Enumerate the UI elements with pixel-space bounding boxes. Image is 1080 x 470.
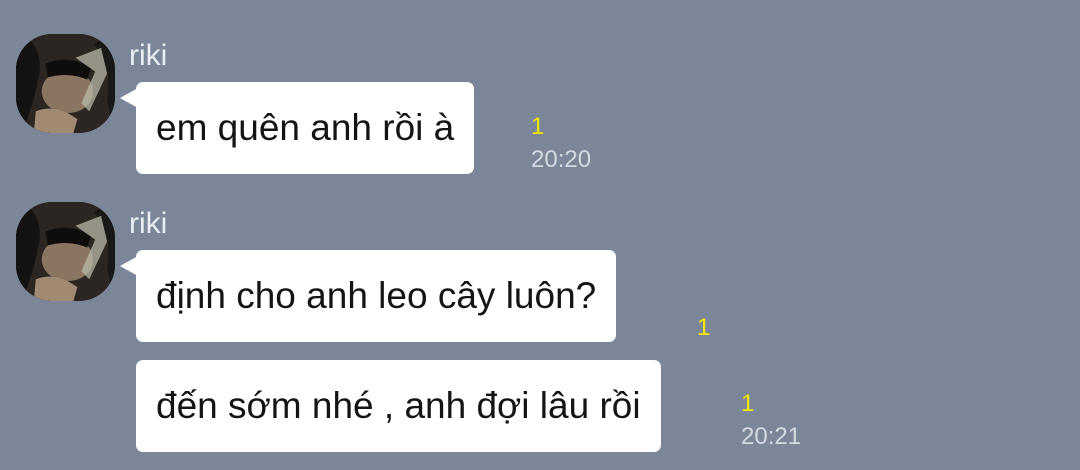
profile-photo-icon (16, 202, 115, 301)
message-bubble[interactable]: em quên anh rồi à (136, 82, 475, 174)
profile-photo-icon (16, 34, 115, 133)
read-count: 1 (741, 390, 755, 417)
timestamp: 20:21 (741, 423, 802, 450)
avatar[interactable] (16, 202, 115, 301)
read-count: 1 (697, 314, 711, 341)
timestamp: 20:20 (531, 146, 592, 173)
message-bubble[interactable]: định cho anh leo cây luôn? (136, 250, 617, 342)
sender-name: riki (129, 207, 168, 240)
message-bubble[interactable]: đến sớm nhé , anh đợi lâu rồi (136, 360, 661, 452)
avatar[interactable] (16, 34, 115, 133)
read-count: 1 (531, 113, 545, 140)
sender-name: riki (129, 39, 168, 72)
